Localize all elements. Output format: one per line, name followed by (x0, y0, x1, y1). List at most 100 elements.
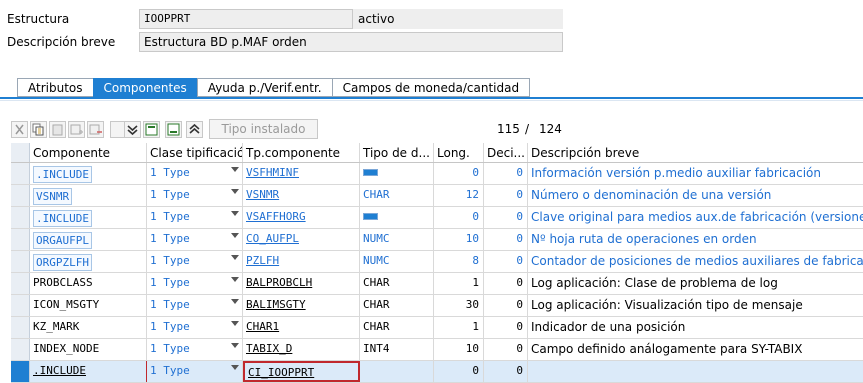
dropdown-arrow-icon[interactable] (231, 365, 239, 370)
tp-componente-cell[interactable]: BALPROBCLH (243, 273, 360, 294)
table-row-selected[interactable]: .INCLUDE 1 Type CI_IOOPPRT 0 0 (11, 361, 863, 383)
tp-componente-cell[interactable]: BALIMSGTY (243, 295, 360, 316)
tipo-instalado-button[interactable]: Tipo instalado (209, 119, 318, 139)
componente-cell[interactable]: KZ_MARK (30, 317, 147, 338)
clase-cell[interactable]: 1 Type (147, 163, 243, 184)
paste-icon[interactable] (49, 121, 66, 138)
descripcion-label: Descripción breve (7, 35, 116, 49)
tp-componente-cell[interactable]: TABIX_D (243, 339, 360, 360)
tipo-dato-cell (360, 207, 434, 228)
clase-cell[interactable]: 1 Type (147, 273, 243, 294)
tp-componente-cell[interactable]: VSFHMINF (243, 163, 360, 184)
cut-icon[interactable] (11, 121, 28, 138)
decimales-cell: 0 (484, 295, 528, 316)
tp-componente-cell[interactable]: CO_AUFPL (243, 229, 360, 250)
table-row[interactable]: VSNMR 1 Type VSNMR CHAR 12 0 Número o de… (11, 185, 863, 207)
longitud-cell: 0 (434, 163, 484, 184)
dropdown-arrow-icon[interactable] (231, 255, 239, 260)
table-row[interactable]: .INCLUDE 1 Type VSFHMINF 0 0 Información… (11, 163, 863, 185)
longitud-cell: 1 (434, 273, 484, 294)
column-header-tp-componente[interactable]: Tp.componente (243, 143, 360, 162)
row-selector[interactable] (11, 317, 30, 338)
insert-row-icon[interactable] (68, 121, 85, 138)
table-row[interactable]: ORGAUFPL 1 Type CO_AUFPL NUMC 10 0 Nº ho… (11, 229, 863, 251)
componente-cell[interactable]: .INCLUDE (30, 207, 147, 228)
dropdown-arrow-icon[interactable] (231, 321, 239, 326)
clase-cell[interactable]: 1 Type (147, 229, 243, 250)
componente-cell[interactable]: .INCLUDE (30, 163, 147, 184)
column-header-decimales[interactable]: Deci... (484, 143, 528, 162)
componente-cell[interactable]: ORGAUFPL (30, 229, 147, 250)
dropdown-arrow-icon[interactable] (231, 277, 239, 282)
last-page-icon[interactable] (165, 121, 182, 138)
row-selector[interactable] (11, 163, 30, 184)
tab-componentes[interactable]: Componentes (92, 78, 197, 97)
descripcion-cell: Log aplicación: Clase de problema de log (531, 276, 778, 290)
row-selector[interactable] (11, 361, 30, 382)
clase-cell[interactable]: 1 Type (147, 185, 243, 206)
tab-atributos[interactable]: Atributos (17, 78, 93, 97)
row-selector[interactable] (11, 339, 30, 360)
clase-cell[interactable]: 1 Type (147, 339, 243, 360)
table-row[interactable]: ORGPZLFH 1 Type PZLFH NUMC 8 0 Contador … (11, 251, 863, 273)
componente-cell[interactable]: VSNMR (30, 185, 147, 206)
tp-componente-cell[interactable]: CHAR1 (243, 317, 360, 338)
column-header-longitud[interactable]: Long. (434, 143, 484, 162)
tab-campos-moneda[interactable]: Campos de moneda/cantidad (331, 78, 531, 97)
clase-cell[interactable]: 1 Type (147, 295, 243, 316)
componente-cell[interactable]: PROBCLASS (30, 273, 147, 294)
select-all-column[interactable] (11, 143, 30, 162)
column-header-clase[interactable]: Clase tipificación (147, 143, 243, 162)
first-page-icon[interactable] (143, 121, 160, 138)
copy-icon[interactable] (30, 121, 47, 138)
tp-componente-cell[interactable]: CI_IOOPPRT (243, 361, 360, 382)
decimales-cell: 0 (484, 361, 528, 382)
table-row[interactable]: INDEX_NODE 1 Type TABIX_D INT4 10 0 Camp… (11, 339, 863, 361)
componente-cell[interactable]: ORGPZLFH (30, 251, 147, 272)
clase-cell[interactable]: 1 Type (147, 251, 243, 272)
longitud-cell: 30 (434, 295, 484, 316)
dropdown-arrow-icon[interactable] (231, 233, 239, 238)
column-header-descripcion[interactable]: Descripción breve (528, 143, 863, 162)
table-row[interactable]: KZ_MARK 1 Type CHAR1 CHAR 1 0 Indicador … (11, 317, 863, 339)
dropdown-arrow-icon[interactable] (231, 189, 239, 194)
expand-icon[interactable] (186, 121, 203, 138)
collapse-icon[interactable] (124, 121, 141, 138)
table-row[interactable]: .INCLUDE 1 Type VSAFFHORG 0 0 Clave orig… (11, 207, 863, 229)
row-selector[interactable] (11, 251, 30, 272)
table-row[interactable]: PROBCLASS 1 Type BALPROBCLH CHAR 1 0 Log… (11, 273, 863, 295)
tp-componente-cell[interactable]: PZLFH (243, 251, 360, 272)
row-selector[interactable] (11, 207, 30, 228)
delete-row-icon[interactable] (87, 121, 104, 138)
clase-cell[interactable]: 1 Type (147, 361, 243, 382)
estructura-field[interactable]: IOOPPRT (139, 9, 353, 29)
tp-componente-cell[interactable]: VSAFFHORG (243, 207, 360, 228)
longitud-cell: 10 (434, 229, 484, 250)
dropdown-arrow-icon[interactable] (231, 343, 239, 348)
dropdown-arrow-icon[interactable] (231, 211, 239, 216)
column-header-tipo-dato[interactable]: Tipo de d... (360, 143, 434, 162)
row-selector[interactable] (11, 185, 30, 206)
longitud-cell: 10 (434, 339, 484, 360)
componente-cell[interactable]: ICON_MSGTY (30, 295, 147, 316)
column-header-componente[interactable]: Componente (30, 143, 147, 162)
descripcion-field[interactable]: Estructura BD p.MAF orden (139, 32, 563, 52)
componente-cell[interactable]: INDEX_NODE (30, 339, 147, 360)
decimales-cell: 0 (484, 273, 528, 294)
row-selector[interactable] (11, 295, 30, 316)
tipo-dato-cell: CHAR (360, 317, 434, 338)
dropdown-arrow-icon[interactable] (231, 167, 239, 172)
row-selector[interactable] (11, 273, 30, 294)
row-counter-current: 115 (497, 122, 520, 136)
tab-ayuda-verif[interactable]: Ayuda p./Verif.entr. (196, 78, 332, 97)
decimales-cell: 0 (484, 317, 528, 338)
decimales-cell: 0 (484, 229, 528, 250)
table-row[interactable]: ICON_MSGTY 1 Type BALIMSGTY CHAR 30 0 Lo… (11, 295, 863, 317)
row-selector[interactable] (11, 229, 30, 250)
componente-cell[interactable]: .INCLUDE (30, 361, 147, 382)
descripcion-cell: Clave original para medios aux.de fabric… (531, 210, 863, 224)
tp-componente-cell[interactable]: VSNMR (243, 185, 360, 206)
clase-cell[interactable]: 1 Type (147, 317, 243, 338)
clase-cell[interactable]: 1 Type (147, 207, 243, 228)
dropdown-arrow-icon[interactable] (231, 299, 239, 304)
